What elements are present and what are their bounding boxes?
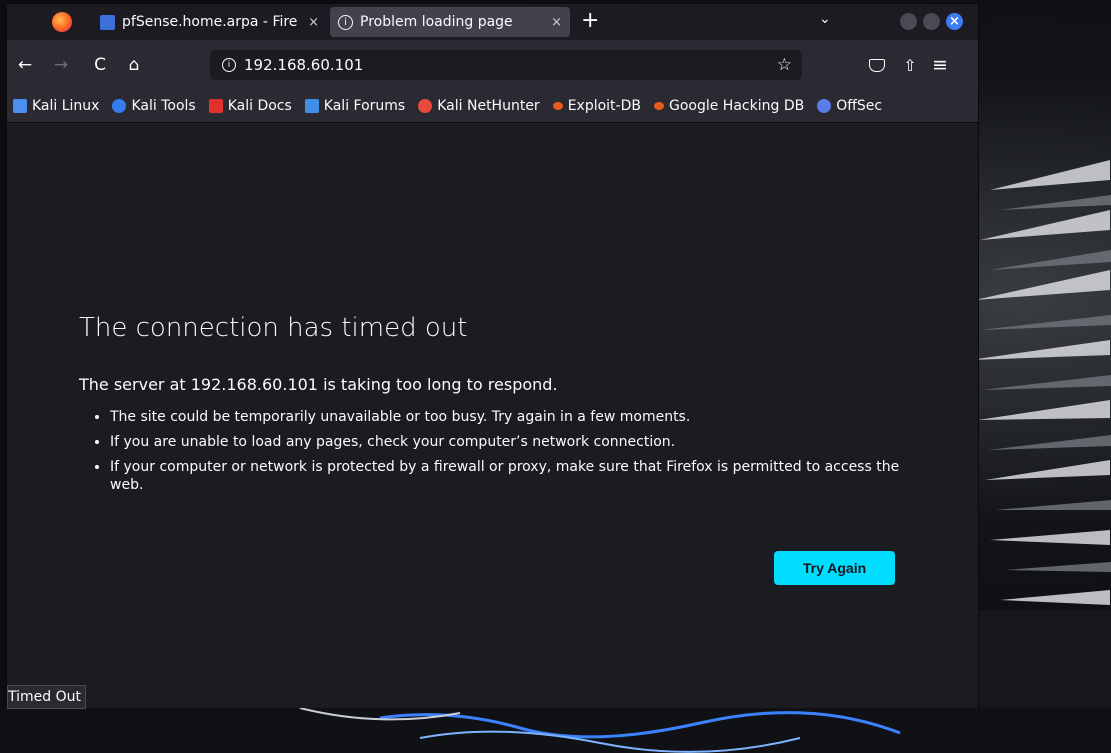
kali-nethunter-icon <box>418 99 433 113</box>
bookmark-kali-tools[interactable]: Kali Tools <box>112 98 196 114</box>
error-description: The server at 192.168.60.101 is taking t… <box>79 375 558 394</box>
info-icon: i <box>338 14 353 30</box>
close-tab-icon[interactable]: × <box>551 15 562 30</box>
pfsense-favicon-icon <box>100 14 115 30</box>
bookmark-label: Kali Linux <box>32 98 100 114</box>
close-window-button[interactable]: × <box>946 13 963 30</box>
bookmark-label: Kali NetHunter <box>437 98 540 114</box>
bookmark-google-hacking-db[interactable]: Google Hacking DB <box>653 98 805 114</box>
tab-label: pfSense.home.arpa - Fire <box>122 14 298 30</box>
bookmark-label: OffSec <box>836 98 883 114</box>
firefox-menu-icon[interactable] <box>52 12 72 32</box>
bookmarks-toolbar: Kali Linux Kali Tools Kali Docs Kali For… <box>7 90 978 123</box>
reload-button[interactable]: C <box>85 40 115 90</box>
tab-problem-loading[interactable]: i Problem loading page × <box>330 7 570 37</box>
bookmark-label: Exploit-DB <box>567 98 641 114</box>
site-info-icon[interactable]: i <box>222 58 236 72</box>
error-page: The connection has timed out The server … <box>7 123 978 708</box>
bookmark-kali-docs[interactable]: Kali Docs <box>208 98 292 114</box>
status-panel: Timed Out <box>7 685 86 709</box>
nav-toolbar: ← → C ⌂ i 192.168.60.101 ☆ ⇧ ≡ <box>7 40 978 90</box>
suggestion-item: The site could be temporarily unavailabl… <box>110 408 910 426</box>
desktop-wave-art <box>0 708 1111 753</box>
bookmark-star-icon[interactable]: ☆ <box>777 55 792 75</box>
offsec-icon <box>817 99 832 113</box>
suggestion-item: If your computer or network is protected… <box>110 458 910 494</box>
kali-dragon-icon <box>13 99 27 113</box>
kali-tools-icon <box>112 99 127 113</box>
bookmark-label: Google Hacking DB <box>668 98 805 114</box>
list-all-tabs-icon[interactable]: ⌄ <box>819 11 831 27</box>
bookmark-label: Kali Docs <box>227 98 292 114</box>
suggestion-item: If you are unable to load any pages, che… <box>110 433 910 451</box>
maximize-button[interactable] <box>923 13 940 30</box>
try-again-button[interactable]: Try Again <box>774 551 895 585</box>
url-text[interactable]: 192.168.60.101 <box>244 56 363 74</box>
forward-button[interactable]: → <box>46 40 76 90</box>
kali-forums-icon <box>304 99 319 113</box>
close-tab-icon[interactable]: × <box>308 15 319 30</box>
bookmark-kali-forums[interactable]: Kali Forums <box>304 98 406 114</box>
kali-docs-icon <box>208 99 223 113</box>
bookmark-label: Kali Forums <box>323 98 406 114</box>
bookmark-kali-nethunter[interactable]: Kali NetHunter <box>418 98 540 114</box>
new-tab-button[interactable]: + <box>581 8 599 33</box>
share-icon[interactable]: ⇧ <box>895 40 925 90</box>
exploit-db-icon <box>552 102 563 110</box>
browser-window: pfSense.home.arpa - Fire × i Problem loa… <box>6 3 979 709</box>
pocket-icon[interactable] <box>862 40 892 90</box>
tab-label: Problem loading page <box>360 14 513 30</box>
app-menu-button[interactable]: ≡ <box>925 40 955 90</box>
error-suggestions: The site could be temporarily unavailabl… <box>79 408 910 501</box>
bookmark-offsec[interactable]: OffSec <box>817 98 882 114</box>
error-title: The connection has timed out <box>79 313 468 343</box>
bookmark-label: Kali Tools <box>131 98 196 114</box>
home-button[interactable]: ⌂ <box>119 40 149 90</box>
ghdb-icon <box>653 102 664 110</box>
url-bar[interactable]: i 192.168.60.101 ☆ <box>210 50 802 80</box>
tab-bar: pfSense.home.arpa - Fire × i Problem loa… <box>7 4 978 40</box>
bookmark-kali-linux[interactable]: Kali Linux <box>13 98 99 114</box>
bookmark-exploit-db[interactable]: Exploit-DB <box>552 98 641 114</box>
tab-pfsense[interactable]: pfSense.home.arpa - Fire × <box>92 7 327 37</box>
desktop-spikes-art <box>970 160 1111 710</box>
back-button[interactable]: ← <box>10 40 40 90</box>
minimize-button[interactable] <box>900 13 917 30</box>
